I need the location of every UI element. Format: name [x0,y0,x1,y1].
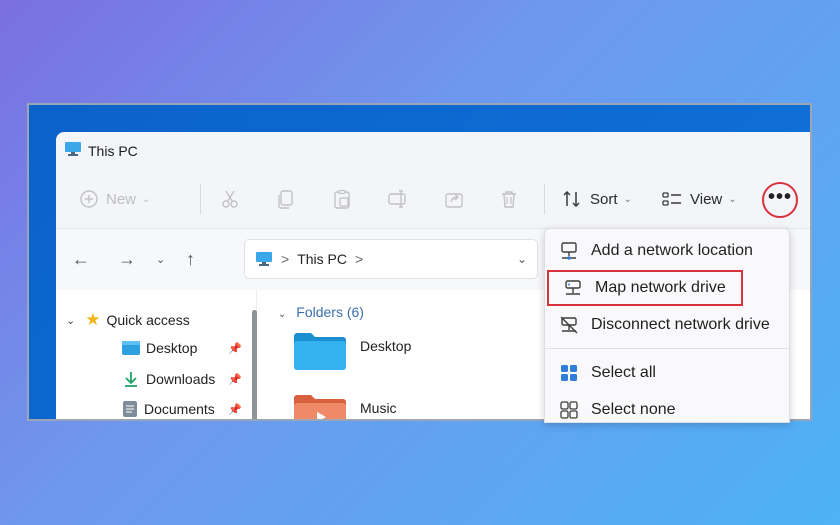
document-icon [122,400,138,418]
back-arrow-icon[interactable]: ← [72,249,90,270]
paste-button[interactable] [332,170,352,228]
forward-arrow-icon[interactable]: → [118,249,136,270]
rename-button[interactable] [388,170,410,228]
window-title: This PC [88,143,138,159]
scissors-icon [220,189,240,209]
see-more-button[interactable]: ••• [762,182,798,218]
folder-music[interactable]: Music [294,392,397,419]
address-bar[interactable]: > This PC > ⌄ [244,239,538,279]
share-button[interactable] [444,170,464,228]
desktop-folder-icon [122,341,140,355]
select-none-icon [557,400,581,420]
desktop-folder-icon [294,330,346,370]
this-pc-icon [64,141,82,162]
quick-access-item[interactable]: ⌄ ★ Quick access [66,310,190,330]
sidebar-item-desktop[interactable]: Desktop 📌 [122,340,262,356]
sidebar-item-label: Desktop [146,340,198,356]
up-arrow-icon[interactable]: ↑ [186,249,195,270]
command-bar: New ⌄ Sort ⌄ View ⌄ ••• [56,170,810,228]
see-more-menu: Add a network location Map network drive… [544,228,790,423]
toolbar-separator [544,184,545,214]
folder-label: Desktop [360,338,412,354]
new-button[interactable]: New ⌄ [80,170,150,228]
delete-button[interactable] [500,170,518,228]
sidebar-item-label: Downloads [146,371,216,387]
copy-icon [276,189,296,209]
trash-icon [500,189,518,209]
music-folder-icon [294,392,346,419]
menu-item-add-network-location[interactable]: Add a network location [545,233,789,269]
view-list-icon [662,190,682,208]
download-arrow-icon [122,370,140,388]
chevron-down-icon: ⌄ [66,314,76,327]
quick-access-label: Quick access [106,312,190,328]
network-location-icon [557,241,581,261]
menu-item-map-network-drive[interactable]: Map network drive [547,270,743,306]
title-bar: This PC [56,132,810,170]
chevron-down-icon: ⌄ [728,193,737,205]
navigation-scrollbar[interactable] [252,310,257,419]
menu-separator [545,348,789,349]
toolbar-separator [200,184,201,214]
breadcrumb-separator: > [354,251,364,267]
menu-item-label: Disconnect network drive [591,316,770,333]
cut-button[interactable] [220,170,240,228]
menu-item-label: Map network drive [595,279,726,296]
chevron-down-icon: ⌄ [142,193,151,205]
this-pc-icon [255,251,273,267]
pin-icon[interactable]: 📌 [228,403,242,416]
new-label: New [106,190,137,208]
folder-label: Music [360,400,397,416]
sidebar-item-documents[interactable]: Documents 📌 [122,400,262,418]
folder-desktop[interactable]: Desktop [294,330,411,370]
copy-button[interactable] [276,170,296,228]
star-icon: ★ [85,310,101,329]
share-icon [444,189,464,209]
recent-locations-chevron-icon[interactable]: ⌄ [156,253,165,266]
menu-item-label: Select all [591,364,656,381]
chevron-down-icon: ⌄ [278,309,287,320]
menu-item-select-all[interactable]: Select all [545,355,789,391]
rename-icon [388,189,410,209]
pin-icon[interactable]: 📌 [228,342,242,355]
menu-item-label: Add a network location [591,242,753,259]
folders-section-header[interactable]: ⌄ Folders (6) [278,304,364,320]
view-label: View [690,190,723,208]
sort-label: Sort [590,190,618,208]
breadcrumb-separator: > [281,251,290,267]
view-button[interactable]: View ⌄ [662,170,737,228]
disconnect-drive-icon [557,315,581,335]
address-history-chevron-icon[interactable]: ⌄ [517,252,527,266]
plus-circle-icon [80,190,98,208]
select-all-icon [557,363,581,383]
pin-icon[interactable]: 📌 [228,373,242,386]
menu-item-label: Select none [591,401,676,418]
menu-item-disconnect-network-drive[interactable]: Disconnect network drive [545,307,789,343]
navigation-pane: ⌄ ★ Quick access Desktop 📌 Downloads 📌 D… [56,290,257,419]
folders-heading: Folders (6) [296,304,364,320]
sidebar-item-downloads[interactable]: Downloads 📌 [122,370,262,388]
chevron-down-icon: ⌄ [623,193,632,205]
sort-icon [562,190,582,208]
clipboard-icon [332,189,352,209]
breadcrumb-this-pc[interactable]: This PC [297,251,347,267]
network-drive-icon [561,278,585,298]
sort-button[interactable]: Sort ⌄ [562,170,632,228]
menu-item-select-none[interactable]: Select none [545,392,789,422]
sidebar-item-label: Documents [144,401,215,417]
